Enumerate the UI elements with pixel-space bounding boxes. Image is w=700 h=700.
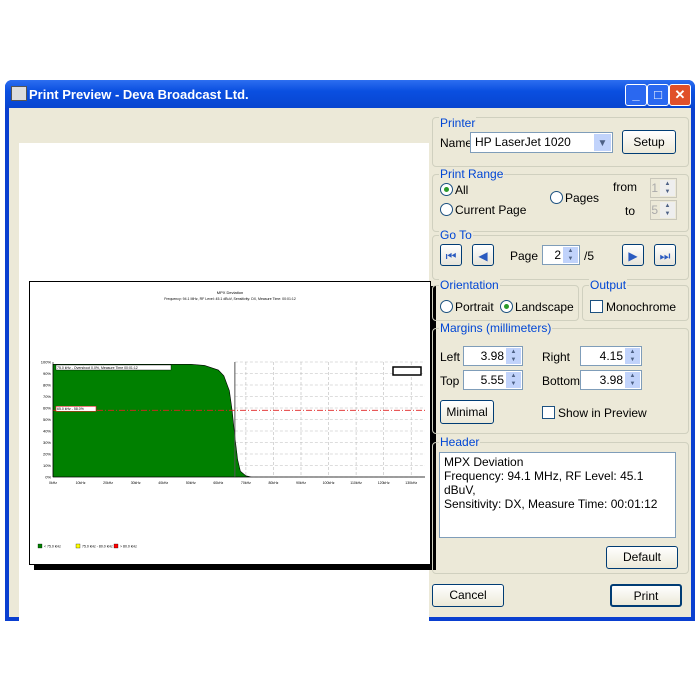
printer-icon (11, 86, 27, 101)
legend-swatch (75, 543, 81, 549)
all-radio[interactable] (440, 183, 453, 196)
x-tick-label: 110kHz (350, 481, 362, 485)
x-tick-label: 130kHz (405, 481, 417, 485)
current-page-label: Current Page (455, 203, 527, 217)
top-label: Top (440, 374, 460, 388)
header-textarea[interactable]: MPX Deviation Frequency: 94.1 MHz, RF Le… (439, 452, 676, 538)
print-preview-window: Print Preview - Deva Broadcast Ltd. _ □ … (5, 80, 695, 636)
current-page-radio[interactable] (440, 203, 453, 216)
y-tick-label: 90% (43, 371, 51, 376)
left-label: Left (440, 350, 461, 364)
margins-label: Margins (millimeters) (439, 321, 553, 335)
portrait-label: Portrait (455, 300, 494, 314)
y-tick-label: 100% (41, 360, 52, 365)
x-tick-label: 60kHz (213, 481, 223, 485)
name-label: Name (440, 136, 473, 150)
preview-page: MPX Deviation Frequency: 94.1 MHz, RF Lev… (29, 281, 431, 565)
deviation-area (52, 364, 425, 478)
pages-label: Pages (565, 191, 600, 205)
x-tick-label: 10kHz (76, 481, 86, 485)
window-title: Print Preview - Deva Broadcast Ltd. (29, 87, 249, 102)
default-button[interactable]: Default (606, 546, 678, 569)
chart-title: MPX Deviation (217, 290, 243, 295)
cancel-button[interactable]: Cancel (432, 584, 504, 607)
monochrome-checkbox[interactable] (590, 300, 603, 313)
printer-select[interactable]: HP LaserJet 1020 ▼ (470, 132, 613, 153)
from-label: from (613, 180, 637, 194)
all-label: All (455, 183, 469, 197)
output-label: Output (589, 278, 628, 292)
chart: MPX Deviation Frequency: 94.1 MHz, RF Lev… (37, 290, 425, 549)
last-page-button[interactable]: ⏭ (654, 244, 676, 266)
x-tick-label: 20kHz (103, 481, 113, 485)
legend-swatch (37, 543, 43, 549)
header-label: Header (439, 435, 481, 449)
dialog-body: MPX Deviation Frequency: 94.1 MHz, RF Lev… (9, 108, 691, 636)
y-tick-label: 50% (43, 417, 51, 422)
to-spinner[interactable]: 5 ▲ ▼ (650, 200, 677, 220)
x-tick-label: 70kHz (241, 481, 251, 485)
y-tick-label: 30% (43, 440, 51, 445)
from-spinner[interactable]: 1 ▲ ▼ (650, 178, 677, 198)
logo (392, 366, 422, 376)
y-tick-label: 40% (43, 429, 51, 434)
landscape-label: Landscape (515, 300, 574, 314)
maximize-button[interactable]: □ (647, 84, 669, 106)
monochrome-label: Monochrome (606, 300, 677, 314)
portrait-radio[interactable] (440, 300, 453, 313)
legend-label: 75.0 kHz - 80.0 kHz (82, 545, 113, 549)
orientation-label: Orientation (439, 278, 500, 292)
to-label: to (625, 204, 636, 218)
title-bar[interactable]: Print Preview - Deva Broadcast Ltd. _ □ … (5, 80, 695, 108)
legend-swatch (113, 543, 119, 549)
x-tick-label: 0kHz (49, 481, 57, 485)
x-tick-label: 90kHz (296, 481, 306, 485)
right-margin-spinner[interactable]: 4.15 ▲ ▼ (580, 346, 642, 366)
setup-button[interactable]: Setup (622, 130, 676, 154)
legend-label: > 80.0 kHz (120, 545, 137, 549)
y-tick-label: 70% (43, 394, 51, 399)
x-tick-label: 30kHz (131, 481, 141, 485)
chevron-down-icon[interactable]: ▼ (594, 134, 611, 151)
close-button[interactable]: ✕ (669, 84, 691, 106)
x-tick-label: 80kHz (268, 481, 278, 485)
preview-pane[interactable]: MPX Deviation Frequency: 94.1 MHz, RF Lev… (19, 143, 431, 636)
page-total: /5 (584, 249, 595, 263)
pages-radio[interactable] (550, 191, 563, 204)
annotation-overshoot: 75.0 kHz - Overshoot 0.0%, Measure Time … (57, 366, 138, 370)
top-margin-spinner[interactable]: 5.55 ▲ ▼ (463, 370, 523, 390)
next-page-button[interactable]: ▶ (622, 244, 644, 266)
y-tick-label: 10% (43, 463, 51, 468)
print-range-label: Print Range (439, 167, 505, 181)
y-tick-label: 60% (43, 406, 51, 411)
bottom-margin-spinner[interactable]: 3.98 ▲ ▼ (580, 370, 642, 390)
printer-group-label: Printer (439, 116, 477, 130)
print-button[interactable]: Print (610, 584, 682, 607)
bottom-label: Bottom (542, 374, 581, 388)
x-tick-label: 120kHz (378, 481, 390, 485)
first-page-button[interactable]: ⏮ (440, 244, 462, 266)
left-margin-spinner[interactable]: 3.98 ▲ ▼ (463, 346, 523, 366)
annotation-reference: 65.0 kHz - 58.0% (57, 407, 84, 411)
page-spinner[interactable]: 2 ▲ ▼ (542, 245, 580, 265)
y-tick-label: 0% (45, 475, 51, 480)
show-in-preview-label: Show in Preview (558, 406, 647, 420)
minimal-button[interactable]: Minimal (440, 400, 494, 424)
y-tick-label: 80% (43, 383, 51, 388)
landscape-radio[interactable] (500, 300, 513, 313)
legend-label: < 75.0 kHz (44, 545, 61, 549)
page-label: Page (510, 249, 539, 263)
printer-select-value: HP LaserJet 1020 (475, 135, 571, 149)
prev-page-button[interactable]: ◀ (472, 244, 494, 266)
x-tick-label: 100kHz (323, 481, 335, 485)
chart-subtitle: Frequency: 94.1 MHz, RF Level: 45.1 dBuV… (164, 297, 296, 301)
x-tick-label: 50kHz (186, 481, 196, 485)
show-in-preview-checkbox[interactable] (542, 406, 555, 419)
right-label: Right (542, 350, 571, 364)
x-tick-label: 40kHz (158, 481, 168, 485)
y-tick-label: 20% (43, 452, 51, 457)
minimize-button[interactable]: _ (625, 84, 647, 106)
goto-label: Go To (439, 228, 473, 242)
